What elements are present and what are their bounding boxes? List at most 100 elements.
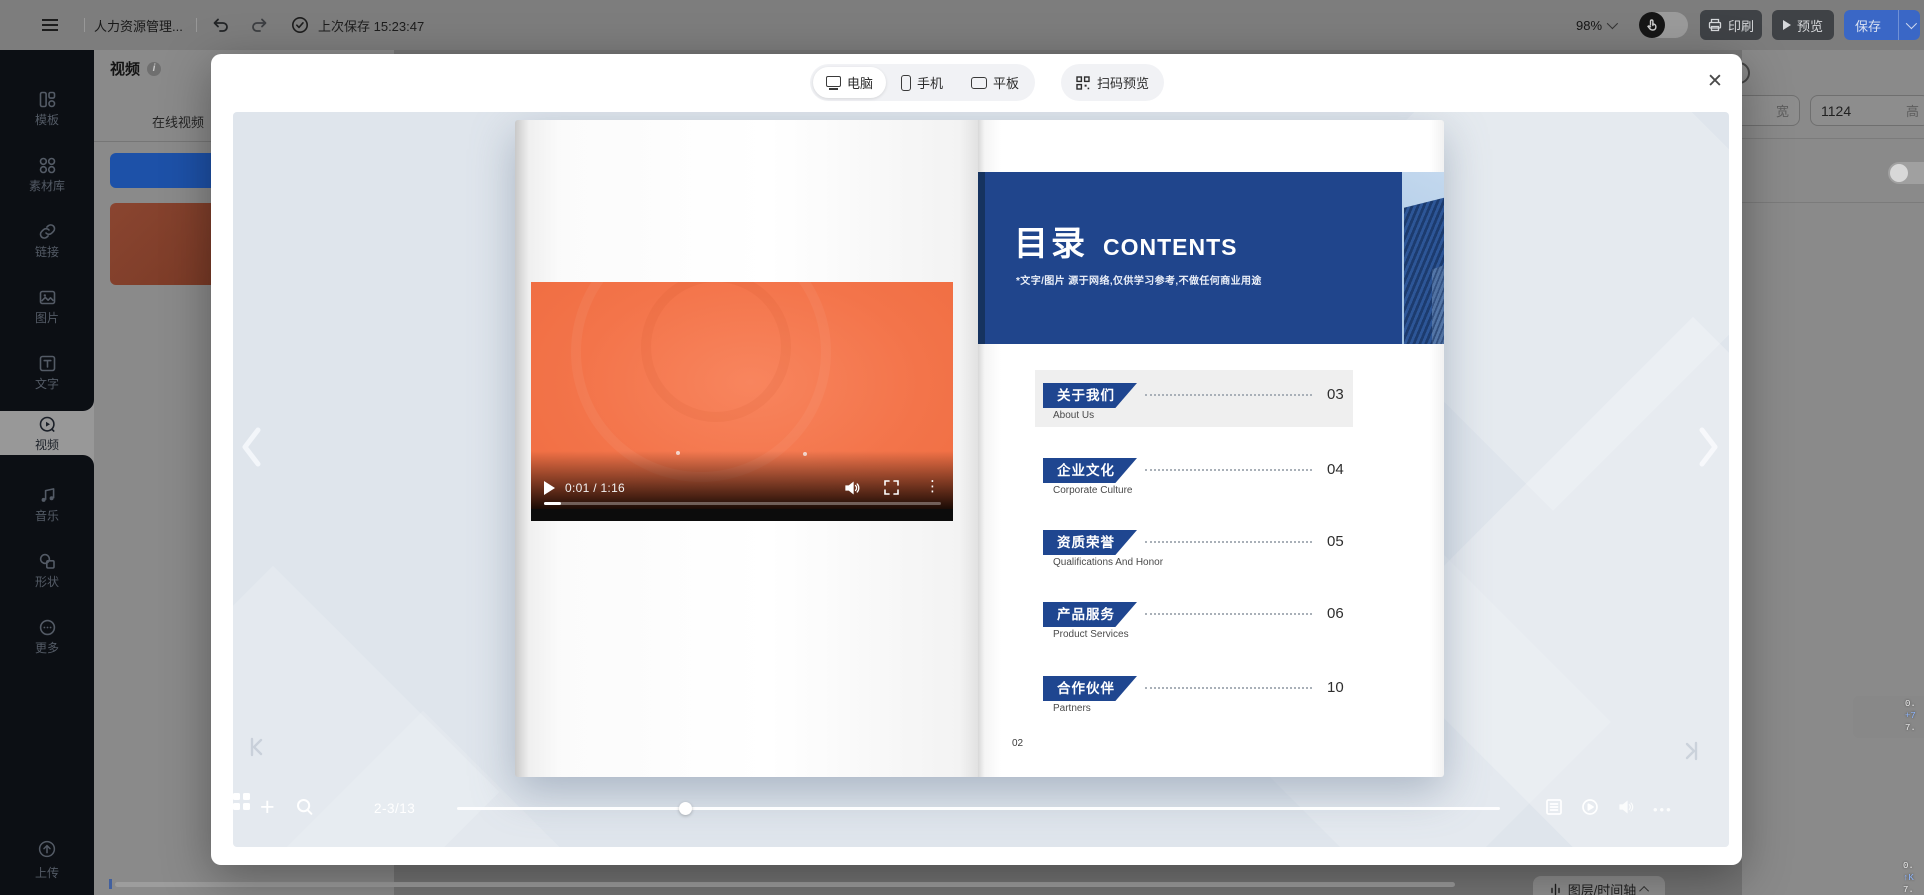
stats-overlay-box: 0.+77.	[1853, 696, 1924, 738]
toc-leader-line	[1145, 687, 1312, 689]
divider	[1742, 202, 1924, 203]
layers-timeline-button[interactable]: 图层/时间轴	[1533, 876, 1665, 895]
tablet-icon	[971, 77, 987, 89]
fullscreen-icon[interactable]	[883, 479, 900, 501]
sidebar-item-assets[interactable]: 素材库	[0, 136, 94, 202]
sidebar-item-template[interactable]: 模板	[0, 70, 94, 136]
toc-entry-subtitle: Product Services	[1053, 629, 1129, 640]
video-time-display: 0:01 / 1:16	[565, 481, 625, 495]
link-icon	[38, 222, 57, 241]
tab-online-video[interactable]: 在线视频	[152, 112, 204, 131]
video-progress-track[interactable]	[544, 502, 941, 505]
menu-icon[interactable]	[40, 0, 60, 50]
page-slider-thumb[interactable]	[679, 802, 692, 815]
table-of-contents-icon[interactable]	[1545, 798, 1563, 821]
left-page: 0:01 / 1:16 ⋮	[515, 120, 978, 777]
sidebar-item-more[interactable]: 更多	[0, 598, 94, 664]
toc-row[interactable]: 资质荣誉 05 Qualifications And Honor	[1035, 517, 1353, 574]
sidebar-items: 模板 素材库 链接 图片 文字 视频 音乐 形状 更多	[0, 70, 94, 664]
first-page-icon[interactable]	[245, 736, 267, 758]
toc-row[interactable]: 关于我们 03 About Us	[1035, 370, 1353, 427]
sidebar-item-label: 文字	[35, 378, 59, 390]
width-suffix-label: 宽	[1776, 101, 1789, 120]
device-tab-phone[interactable]: 手机	[888, 67, 956, 98]
autoplay-icon[interactable]	[1581, 798, 1599, 821]
toc-entry-tag: 合作伙伴	[1043, 676, 1137, 701]
zoom-level-value: 98%	[1576, 18, 1602, 33]
toc-entry-tag: 产品服务	[1043, 602, 1137, 627]
toc-row[interactable]: 合作伙伴 10 Partners	[1035, 663, 1353, 720]
device-tab-label: 手机	[917, 73, 943, 92]
save-button[interactable]: 保存	[1844, 10, 1920, 40]
horizontal-scrollbar[interactable]	[115, 882, 1455, 887]
touch-mode-toggle[interactable]	[1639, 12, 1688, 38]
device-tab-label: 平板	[993, 73, 1019, 92]
prev-page-arrow[interactable]	[237, 424, 265, 470]
toc-entry-subtitle: Corporate Culture	[1053, 485, 1132, 496]
device-toggle-group: 电脑 手机 平板	[810, 64, 1035, 101]
sidebar-item-upload[interactable]: 上传	[0, 832, 94, 888]
device-tab-tablet[interactable]: 平板	[958, 67, 1032, 98]
toc-entry-tag: 企业文化	[1043, 458, 1137, 483]
sidebar-item-image[interactable]: 图片	[0, 268, 94, 334]
properties-panel: 宽 1124 高	[1742, 50, 1924, 895]
more-icon	[38, 618, 57, 637]
touch-icon	[1639, 12, 1665, 38]
qr-code-icon	[1076, 76, 1090, 90]
print-label: 印刷	[1728, 16, 1754, 35]
zoom-level-dropdown[interactable]: 98%	[1576, 0, 1615, 50]
more-options-icon[interactable]: •••	[1653, 802, 1673, 817]
panel-title: 视频	[110, 58, 140, 79]
thumbnails-grid-icon[interactable]	[233, 793, 250, 810]
divider	[1742, 138, 1924, 139]
info-icon[interactable]: i	[147, 62, 161, 76]
page-slider[interactable]	[457, 807, 1500, 810]
monitor-icon	[826, 76, 841, 87]
layers-timeline-label: 图层/时间轴	[1568, 880, 1637, 895]
device-tab-monitor[interactable]: 电脑	[813, 67, 886, 98]
sidebar-item-label: 更多	[35, 642, 59, 654]
toc-leader-line	[1145, 613, 1312, 615]
preview-label: 预览	[1797, 16, 1823, 35]
sidebar-item-music[interactable]: 音乐	[0, 466, 94, 532]
video-menu-icon[interactable]: ⋮	[925, 477, 940, 495]
image-icon	[38, 288, 57, 307]
toc-entry-subtitle: About Us	[1053, 410, 1094, 421]
toc-row[interactable]: 企业文化 04 Corporate Culture	[1035, 445, 1353, 502]
redo-icon[interactable]	[250, 0, 270, 50]
save-options-dropdown[interactable]	[1898, 10, 1920, 40]
height-field[interactable]: 1124 高	[1810, 95, 1924, 126]
qr-preview-button[interactable]: 扫码预览	[1061, 64, 1164, 101]
preview-modal: 电脑 手机 平板 扫码预览 ✕	[211, 54, 1742, 865]
sidebar-item-shape[interactable]: 形状	[0, 532, 94, 598]
last-page-icon[interactable]	[1681, 740, 1703, 762]
video-play-button[interactable]	[544, 481, 555, 495]
toc-entry-tag: 关于我们	[1043, 383, 1137, 408]
sidebar-item-link[interactable]: 链接	[0, 202, 94, 268]
volume-icon[interactable]	[843, 479, 861, 502]
document-title[interactable]: 人力资源管理...	[94, 0, 194, 50]
assets-icon	[38, 156, 57, 175]
zoom-in-icon[interactable]: +	[260, 794, 275, 820]
video-progress-played	[544, 502, 561, 505]
panel-toggle-switch[interactable]	[1888, 162, 1924, 184]
sidebar-item-text[interactable]: 文字	[0, 334, 94, 400]
preview-button[interactable]: 预览	[1772, 10, 1834, 40]
close-icon[interactable]: ✕	[1701, 67, 1729, 95]
video-controls: 0:01 / 1:16 ⋮	[531, 475, 953, 501]
next-page-arrow[interactable]	[1695, 424, 1723, 470]
printer-icon	[1708, 18, 1722, 32]
sound-icon[interactable]	[1617, 798, 1635, 821]
last-saved-status: 上次保存 15:23:47	[318, 0, 424, 50]
sidebar-item-label: 上传	[35, 864, 59, 881]
divider	[196, 18, 197, 32]
toc-row[interactable]: 产品服务 06 Product Services	[1035, 589, 1353, 646]
save-label: 保存	[1844, 16, 1892, 35]
upload-icon	[37, 839, 57, 859]
print-button[interactable]: 印刷	[1700, 10, 1762, 40]
embedded-video-player[interactable]: 0:01 / 1:16 ⋮	[531, 282, 953, 521]
sidebar-item-video[interactable]: 视频	[0, 400, 94, 466]
left-sidebar: 模板 素材库 链接 图片 文字 视频 音乐 形状 更多	[0, 50, 94, 895]
undo-icon[interactable]	[210, 0, 230, 50]
magnifier-icon[interactable]	[295, 797, 315, 822]
